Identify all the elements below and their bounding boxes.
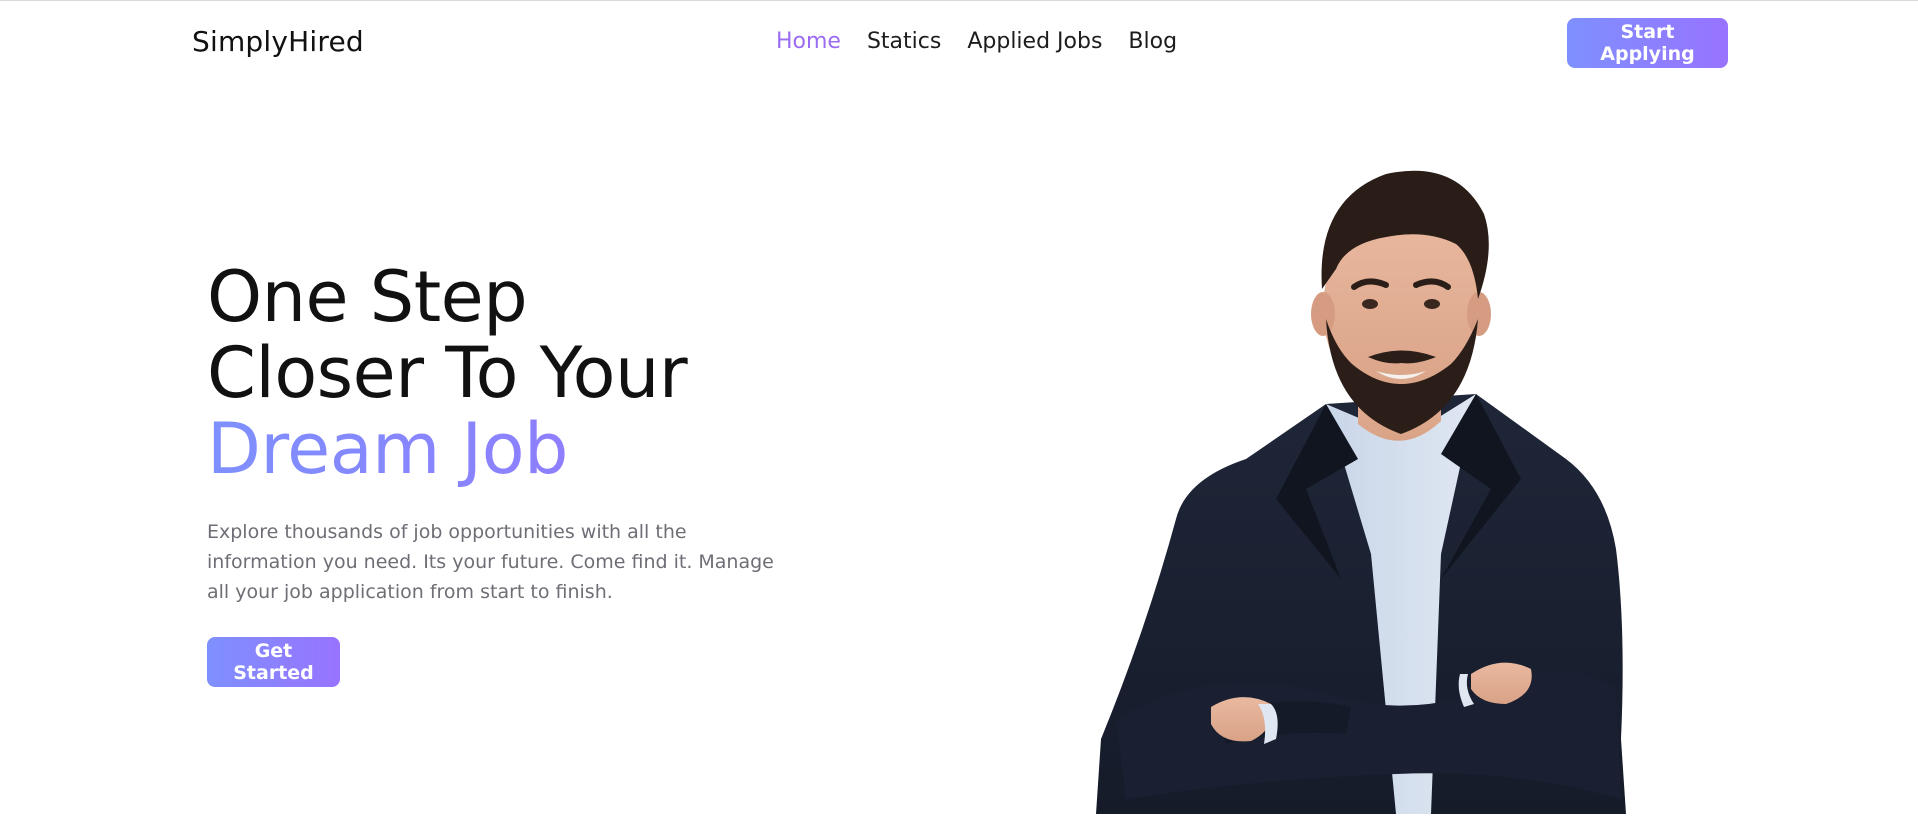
start-applying-button[interactable]: Start Applying bbox=[1567, 18, 1728, 68]
get-started-button[interactable]: Get Started bbox=[207, 637, 340, 687]
hero-title-line-1: One Step bbox=[207, 256, 528, 338]
hero-portrait-image bbox=[1096, 170, 1626, 814]
brand-logo[interactable]: SimplyHired bbox=[192, 25, 364, 58]
nav-link-home[interactable]: Home bbox=[776, 29, 841, 54]
hero-description: Explore thousands of job opportunities w… bbox=[207, 521, 774, 603]
main-nav: Home Statics Applied Jobs Blog bbox=[776, 29, 1177, 54]
landing-page: SimplyHired Home Statics Applied Jobs Bl… bbox=[0, 0, 1918, 831]
hero-title: One Step Closer To Your Dream Job bbox=[207, 259, 807, 487]
nav-link-applied-jobs[interactable]: Applied Jobs bbox=[967, 29, 1102, 54]
nav-link-statics[interactable]: Statics bbox=[867, 29, 941, 54]
hero-title-accent: Dream Job bbox=[207, 411, 807, 487]
hero-section: One Step Closer To Your Dream Job Explor… bbox=[207, 259, 807, 687]
top-navbar: SimplyHired Home Statics Applied Jobs Bl… bbox=[0, 1, 1918, 87]
hero-title-line-2: Closer To Your bbox=[207, 332, 688, 414]
nav-link-blog[interactable]: Blog bbox=[1128, 29, 1177, 54]
